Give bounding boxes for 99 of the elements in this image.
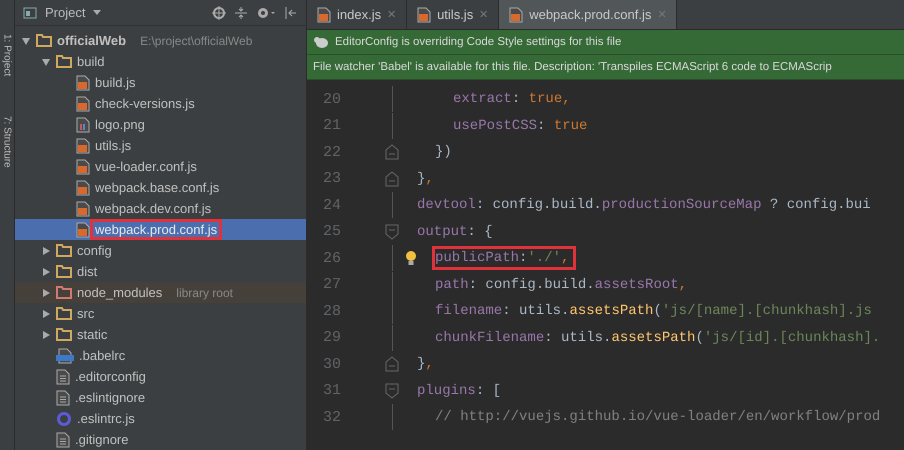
tree-item[interactable]: .gitignore [70, 429, 134, 450]
text-file-icon [56, 368, 70, 384]
line-number: 28 [322, 302, 341, 320]
banner-text: File watcher 'Babel' is available for this file. Description: 'Transpiles ECMAScript 6 code to ECMAScrip [313, 61, 832, 73]
code-text: // http://vuejs.github.io/vue-loader/en/workflow/prod [434, 408, 882, 428]
code-text: devtool: config.build.productionSourceMap ? config.bui [416, 196, 872, 216]
line-number: 32 [322, 408, 341, 426]
javascript-file-icon [417, 6, 432, 22]
ring-icon [56, 410, 72, 426]
line-number: 27 [322, 276, 341, 294]
lightbulb-icon[interactable] [405, 250, 417, 266]
code-text: path: config.build.assetsRoot, [434, 276, 688, 295]
folder-icon [56, 286, 72, 299]
tree-item[interactable]: dist [72, 261, 102, 282]
tool-window-tab[interactable]: 7: Structure [2, 116, 12, 168]
line-number: 31 [322, 382, 341, 400]
line-number: 24 [322, 196, 341, 214]
line-number: 20 [322, 90, 341, 108]
tree-item[interactable]: .editorconfig [70, 366, 151, 387]
javascript-file-icon [76, 222, 90, 238]
banner-text: EditorConfig is overriding Code Style settings for this file [335, 36, 622, 48]
tree-item[interactable]: check-versions.js [90, 93, 200, 114]
tree-item[interactable]: build [72, 51, 110, 72]
expand-arrow-icon[interactable] [21, 36, 31, 46]
dropdown-caret-icon[interactable] [93, 10, 102, 15]
text-file-icon [56, 432, 70, 448]
tree-item[interactable]: build.js [90, 72, 140, 93]
code-text: extract: true, [452, 90, 572, 110]
folder-icon [56, 307, 72, 320]
tree-item[interactable]: .eslintignore [70, 387, 150, 408]
tree-item[interactable]: vue-loader.conf.js [90, 156, 202, 177]
fold-marker-icon[interactable] [385, 144, 399, 160]
editor-tab[interactable]: index.js ✕ [307, 0, 408, 29]
excluded-row-highlight[interactable]: node_modules library root [15, 282, 306, 303]
fold-marker-icon[interactable] [385, 356, 399, 372]
tool-window-tab[interactable]: 1: Project [2, 34, 12, 76]
code-text: filename: utils.assetsPath('js/[name].[chunkhash].js [434, 302, 873, 322]
tree-item[interactable]: utils.js [90, 135, 136, 156]
line-number: 29 [322, 329, 341, 346]
line-number: 23 [322, 170, 341, 188]
tree-item[interactable]: officialWeb [52, 30, 132, 51]
hide-panel-icon[interactable] [284, 6, 298, 20]
javascript-file-icon [76, 180, 90, 196]
code-text: chunkFilename: utils.assetsPath('js/[id].[chunkhash]. [434, 328, 882, 348]
tree-item[interactable]: webpack.prod.conf.js [90, 219, 222, 240]
line-number: 22 [322, 144, 341, 161]
javascript-file-icon [317, 6, 331, 22]
line-number: 25 [322, 223, 341, 240]
javascript-file-icon [76, 200, 90, 216]
line-number: 26 [322, 250, 341, 267]
folder-icon [56, 328, 72, 341]
json-file-icon [56, 348, 74, 364]
folder-icon [56, 244, 72, 257]
expand-arrow-icon[interactable] [41, 330, 51, 340]
javascript-file-icon [76, 158, 90, 174]
javascript-file-icon [509, 6, 524, 22]
code-text: usePostCSS: true [452, 116, 588, 136]
javascript-file-icon [76, 138, 90, 154]
editor-tab[interactable]: webpack.prod.conf.js ✕ [499, 0, 678, 29]
javascript-file-icon [76, 74, 90, 90]
tree-item[interactable]: src [72, 303, 100, 324]
code-text: }) [434, 143, 453, 162]
expand-arrow-icon[interactable] [41, 288, 51, 298]
panel-title[interactable]: Project [45, 5, 86, 20]
image-file-icon [76, 116, 90, 132]
tree-item-hint: E:\project\officialWeb [140, 34, 252, 48]
tree-item[interactable]: static [72, 324, 112, 345]
code-text: }, [416, 170, 435, 189]
expand-arrow-icon[interactable] [41, 56, 51, 66]
folder-icon [56, 265, 72, 278]
code-text: publicPath:'./', [432, 246, 576, 270]
text-file-icon [56, 390, 70, 406]
line-number: 21 [322, 117, 341, 134]
settings-icon[interactable] [256, 6, 276, 20]
code-text: }, [416, 355, 435, 374]
collapse-all-icon[interactable] [234, 6, 248, 20]
fold-marker-icon[interactable] [385, 224, 399, 240]
tree-item-hint: library root [176, 286, 233, 300]
fold-marker-icon[interactable] [385, 382, 399, 399]
expand-arrow-icon[interactable] [41, 246, 51, 256]
javascript-file-icon [76, 96, 90, 112]
tree-item[interactable]: webpack.dev.conf.js [90, 198, 216, 219]
code-text: plugins: [ [416, 382, 502, 401]
project-view-icon [23, 6, 37, 18]
selected-row-highlight[interactable]: webpack.prod.conf.js [15, 219, 306, 240]
expand-arrow-icon[interactable] [41, 266, 51, 276]
tree-item[interactable]: node_modules [72, 282, 168, 303]
code-text: output: { [416, 222, 494, 242]
tree-item[interactable]: logo.png [90, 114, 150, 135]
tree-item[interactable]: config [72, 240, 117, 261]
fold-marker-icon[interactable] [385, 170, 399, 187]
tree-item[interactable]: webpack.base.conf.js [90, 177, 224, 198]
folder-icon [56, 55, 72, 68]
tree-item[interactable]: .eslintrc.js [72, 408, 140, 429]
locate-icon[interactable] [212, 6, 226, 20]
tree-item[interactable]: .babelrc [74, 345, 130, 366]
expand-arrow-icon[interactable] [41, 308, 51, 318]
folder-icon [36, 34, 52, 47]
line-number: 30 [322, 356, 341, 373]
